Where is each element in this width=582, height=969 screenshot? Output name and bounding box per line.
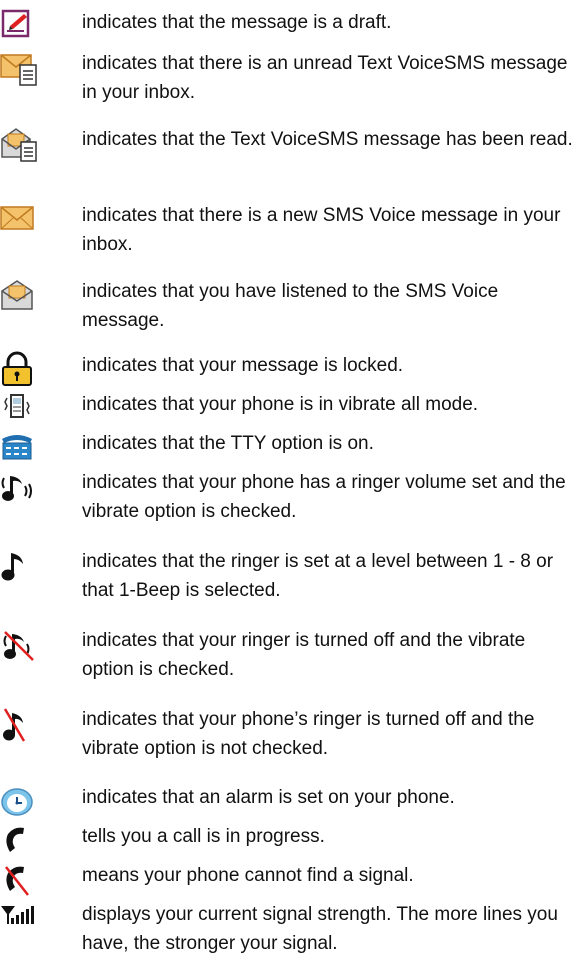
legend-description: indicates that the ringer is set at a le… bbox=[82, 551, 554, 601]
listened-sms-voice-icon bbox=[0, 277, 40, 317]
vibrate-all-icon bbox=[0, 390, 40, 430]
ringer-icon bbox=[0, 547, 40, 587]
legend-description: indicates that an alarm is set on your p… bbox=[82, 787, 455, 808]
draft-icon bbox=[0, 8, 40, 48]
tty-icon bbox=[0, 429, 40, 469]
ringer-off-vibrate-icon bbox=[0, 626, 40, 666]
legend-description: displays your current signal strength. T… bbox=[82, 904, 558, 954]
legend-description: indicates that there is a new SMS Voice … bbox=[82, 205, 561, 255]
ringer-vibrate-icon bbox=[0, 468, 40, 508]
new-sms-voice-icon bbox=[0, 201, 40, 241]
ringer-off-icon bbox=[0, 705, 40, 745]
legend-description: indicates that your ringer is turned off… bbox=[82, 630, 526, 680]
legend-description: indicates that you have listened to the … bbox=[82, 281, 499, 331]
call-in-progress-icon bbox=[0, 822, 40, 862]
legend-description: indicates that your phone is in vibrate … bbox=[82, 394, 479, 415]
legend-description: indicates that your message is locked. bbox=[82, 355, 404, 376]
unread-text-voicesms-icon bbox=[0, 49, 40, 89]
no-signal-icon bbox=[0, 861, 40, 901]
signal-strength-icon bbox=[0, 900, 40, 940]
lock-icon bbox=[0, 351, 40, 391]
legend-description: indicates that there is an unread Text V… bbox=[82, 53, 568, 103]
read-text-voicesms-icon bbox=[0, 125, 40, 165]
legend-description: means your phone cannot find a signal. bbox=[82, 865, 414, 886]
alarm-icon bbox=[0, 783, 40, 823]
legend-description: indicates that your phone has a ringer v… bbox=[82, 472, 566, 522]
legend-description: tells you a call is in progress. bbox=[82, 826, 325, 847]
legend-description: indicates that your phone’s ringer is tu… bbox=[82, 709, 535, 759]
legend-description: indicates that the message is a draft. bbox=[82, 12, 392, 33]
legend-description: indicates that the Text VoiceSMS message… bbox=[82, 129, 573, 150]
legend-description: indicates that the TTY option is on. bbox=[82, 433, 374, 454]
